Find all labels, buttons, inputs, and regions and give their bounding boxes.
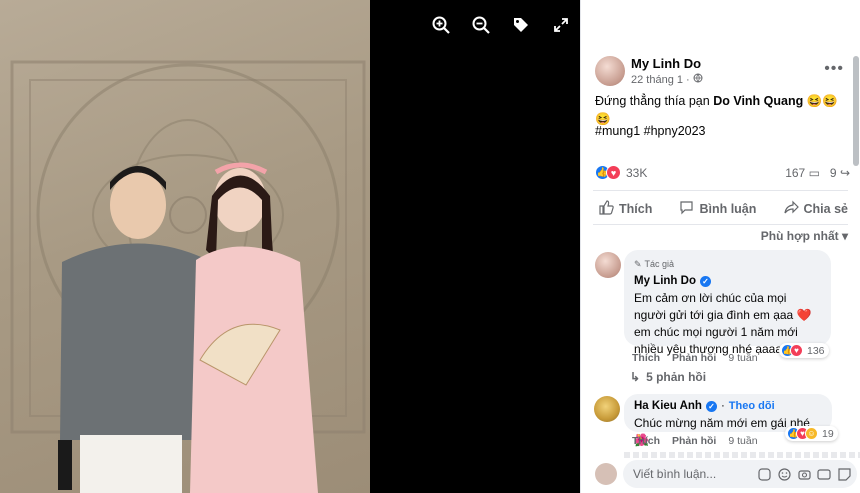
author-badge-label: Tác giả bbox=[644, 259, 675, 269]
share-count: 9 bbox=[829, 166, 837, 180]
author-name[interactable]: My Linh Do bbox=[631, 56, 703, 71]
comment-author-name[interactable]: Ha Kieu Anh bbox=[634, 398, 702, 415]
post-stats: 167 ▭ 9 ↪ bbox=[785, 166, 850, 180]
share-icon bbox=[783, 200, 799, 218]
zoom-in-icon[interactable] bbox=[430, 14, 452, 36]
comment-avatar[interactable] bbox=[594, 396, 620, 422]
replies-label: 5 phản hồi bbox=[646, 370, 707, 384]
reaction-summary[interactable]: 👍 ♥ 33K bbox=[595, 165, 647, 180]
share-stat-icon: ↪ bbox=[839, 166, 850, 180]
globe-icon bbox=[693, 73, 703, 86]
comment-reply-link[interactable]: Phản hồi bbox=[672, 435, 716, 447]
comment-author: Ha Kieu Anh ✓ · Theo dõi bbox=[634, 398, 822, 415]
post-date[interactable]: 22 tháng 1 bbox=[631, 74, 683, 86]
care-reaction-icon: ☺ bbox=[805, 427, 818, 440]
heart-icon: ❤️ bbox=[796, 308, 812, 322]
current-user-avatar bbox=[595, 463, 617, 485]
pen-icon: ✎ bbox=[634, 259, 642, 269]
comment-label: Bình luận bbox=[699, 202, 757, 216]
comment-stat-icon: ▭ bbox=[808, 166, 820, 180]
comment-react-count: 136 bbox=[807, 344, 825, 357]
comment-reactions[interactable]: 👍 ♥ 136 bbox=[779, 343, 829, 358]
dot-separator: · bbox=[686, 73, 690, 86]
mention-link[interactable]: Do Vinh Quang bbox=[713, 94, 803, 108]
author-block: My Linh Do 22 tháng 1 · bbox=[631, 56, 703, 86]
comment-meta: Thích Phản hồi 9 tuần bbox=[632, 435, 758, 447]
comment-reply-link[interactable]: Phản hồi bbox=[672, 352, 716, 364]
media-panel bbox=[0, 0, 580, 493]
love-reaction-icon: ♥ bbox=[606, 165, 621, 180]
comment-icon bbox=[679, 200, 694, 218]
photo-viewer: My Linh Do 22 tháng 1 · ••• Đứng thẳng t… bbox=[0, 0, 860, 493]
dot-separator: · bbox=[720, 400, 725, 412]
reaction-count: 33K bbox=[626, 165, 648, 180]
more-options-icon[interactable]: ••• bbox=[824, 60, 844, 78]
thumbs-up-icon bbox=[599, 200, 614, 218]
sort-label: Phù hợp nhất bbox=[760, 229, 839, 243]
photo-illustration bbox=[10, 60, 366, 493]
author-avatar[interactable] bbox=[595, 56, 625, 86]
divider bbox=[593, 224, 848, 225]
post-header: My Linh Do 22 tháng 1 · bbox=[595, 56, 703, 86]
comment-placeholder: Viết bình luận... bbox=[633, 467, 717, 481]
like-label: Thích bbox=[619, 202, 653, 216]
sort-dropdown[interactable]: Phù hợp nhất ▾ bbox=[761, 229, 848, 243]
comment-avatar[interactable] bbox=[595, 252, 621, 278]
comment-input[interactable]: Viết bình luận... bbox=[623, 460, 857, 488]
comment-stat[interactable]: 167 ▭ bbox=[785, 166, 820, 180]
verified-icon: ✓ bbox=[699, 276, 711, 287]
reply-arrow-icon: ↳ bbox=[630, 370, 641, 384]
chevron-down-icon: ▾ bbox=[841, 229, 848, 243]
post-text-prefix: Đứng thẳng thía pạn bbox=[595, 94, 710, 108]
post-meta: 22 tháng 1 · bbox=[631, 73, 703, 86]
fullscreen-icon[interactable] bbox=[550, 14, 572, 36]
comment-author: My Linh Do ✓ bbox=[634, 273, 821, 290]
comment-time[interactable]: 9 tuần bbox=[728, 352, 757, 364]
sticker-icon[interactable] bbox=[757, 467, 771, 481]
share-button[interactable]: Chia sẻ bbox=[778, 196, 854, 222]
sticker-smile-icon[interactable] bbox=[837, 467, 851, 481]
comment-author-name[interactable]: My Linh Do bbox=[634, 273, 696, 290]
love-reaction-icon: ♥ bbox=[790, 344, 803, 357]
divider bbox=[593, 190, 848, 191]
camera-icon[interactable] bbox=[797, 467, 811, 481]
share-stat[interactable]: 9 ↪ bbox=[830, 166, 850, 180]
comment-react-count: 19 bbox=[822, 427, 834, 440]
scrollbar[interactable] bbox=[853, 56, 859, 166]
comment-text-a: Em cảm ơn lời chúc của mọi người gửi tới… bbox=[634, 291, 794, 322]
comment-bubble: ✎ Tác giả My Linh Do ✓ Em cảm ơn lời chú… bbox=[624, 250, 831, 356]
view-replies-link[interactable]: ↳ 5 phản hồi bbox=[630, 370, 706, 384]
post-text: Đứng thẳng thía pạn Do Vinh Quang 😆😆😆 bbox=[595, 92, 845, 128]
comment-composer: Viết bình luận... bbox=[595, 458, 857, 490]
zoom-out-icon[interactable] bbox=[470, 14, 492, 36]
verified-icon: ✓ bbox=[705, 401, 717, 412]
post-actions: Thích Bình luận Chia sẻ bbox=[593, 196, 854, 222]
media-toolbar bbox=[430, 14, 572, 36]
emoji-icon[interactable] bbox=[777, 467, 791, 481]
comment-meta: Thích Phản hồi 9 tuần bbox=[632, 352, 758, 364]
comment-count: 167 bbox=[785, 166, 806, 180]
share-label: Chia sẻ bbox=[803, 202, 848, 216]
tag-icon[interactable] bbox=[510, 14, 532, 36]
comment-button[interactable]: Bình luận bbox=[673, 196, 762, 222]
post-photo[interactable] bbox=[0, 0, 370, 493]
comment-time[interactable]: 9 tuần bbox=[728, 435, 757, 447]
comment-reactions[interactable]: 👍 ♥ ☺ 19 bbox=[785, 426, 838, 441]
comment-like-link[interactable]: Thích bbox=[632, 435, 660, 447]
follow-button[interactable]: Theo dõi bbox=[729, 398, 775, 415]
comment-like-link[interactable]: Thích bbox=[632, 352, 660, 364]
comment-text-main: Chúc mừng năm mới em gái nhé bbox=[634, 416, 810, 430]
hashtags[interactable]: #mung1 #hpny2023 bbox=[595, 124, 706, 138]
like-button[interactable]: Thích bbox=[593, 196, 658, 222]
author-badge: ✎ Tác giả bbox=[634, 256, 821, 273]
gif-icon[interactable] bbox=[817, 467, 831, 481]
